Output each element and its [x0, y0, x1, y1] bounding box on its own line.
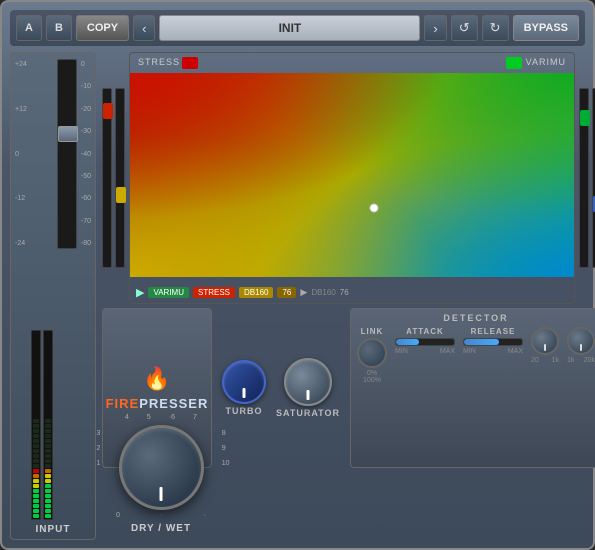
top-knobs: TURBO SATURATOR [218, 308, 344, 468]
logo-presser: PRESSER [139, 396, 208, 411]
b-button[interactable]: B [46, 15, 72, 41]
turbo-knob[interactable] [222, 360, 266, 404]
a-button[interactable]: A [16, 15, 42, 41]
input-meter-right [43, 330, 53, 520]
link-group: LINK 0% 100% [357, 327, 387, 384]
input-scale-left: +24 +12 0 -12 -24 [15, 59, 27, 249]
stress-mode-tag[interactable]: STRESS [193, 287, 235, 298]
release-range[interactable] [463, 338, 523, 346]
bypass-button[interactable]: BYPASS [513, 15, 579, 41]
detector-controls: LINK 0% 100% ATTACK [357, 327, 595, 384]
input-meters: +24 +12 0 -12 -24 [15, 59, 91, 520]
detector-title: DETECTOR [357, 313, 595, 323]
turbo-group: TURBO [222, 360, 266, 416]
copy-button[interactable]: COPY [76, 15, 129, 41]
attack-label: ATTACK [406, 327, 444, 336]
xy-76-label: 76 [340, 288, 349, 297]
link-toggle[interactable] [357, 338, 387, 368]
release-label: RELEASE [471, 327, 516, 336]
saturator-indicator [307, 390, 310, 400]
drywet-indicator [160, 487, 163, 501]
varimu-indicator [506, 57, 522, 69]
link-sublabel: 0% 100% [363, 370, 381, 384]
preset-name: INIT [159, 15, 420, 41]
saturator-label: SATURATOR [276, 408, 340, 418]
logo-fire: FIRE [106, 396, 140, 411]
xy-pad[interactable]: STRESS VARIMU ▶ VARIMU STRESS [129, 52, 575, 304]
varimu-handle-1[interactable] [580, 110, 590, 126]
drywet-section: 4 5 ·6 7 3 2 1 8 9 10 0 · · DRY / WE [116, 414, 206, 534]
attack-range[interactable] [395, 338, 455, 346]
stress-slider-2 [115, 88, 125, 268]
freq-knob-2-labels: 1k 20k [567, 357, 595, 364]
attack-group: ATTACK MIN MAX [395, 327, 455, 355]
logo-text: FIREPRESSER [106, 396, 209, 411]
left-sliders [102, 52, 125, 304]
xy-gradient [130, 73, 574, 277]
xy-pad-area: STRESS VARIMU ▶ VARIMU STRESS [102, 52, 595, 304]
saturator-knob[interactable] [284, 358, 332, 406]
stress-slider-1 [102, 88, 112, 268]
input-label: INPUT [36, 524, 71, 535]
undo-button[interactable]: ↺ [451, 15, 478, 41]
detector-section: DETECTOR LINK 0% 100% [350, 308, 595, 468]
stress-indicator [182, 57, 198, 69]
right-sliders [579, 52, 595, 304]
link-label: LINK [361, 327, 384, 336]
drywet-left-scale: 3 2 1 [97, 430, 101, 467]
76-mode-tag[interactable]: 76 [277, 287, 296, 298]
db160-mode-tag[interactable]: DB160 [239, 287, 273, 298]
input-fader-handle[interactable] [58, 126, 78, 142]
drywet-scale: 4 5 ·6 7 [116, 414, 206, 421]
freq-knob-1-group: 20 1k [531, 327, 559, 364]
next-preset-button[interactable]: › [424, 15, 446, 41]
input-fader-track [57, 59, 77, 249]
freq-knob-1-labels: 20 1k [531, 357, 559, 364]
varimu-label: VARIMU [526, 57, 566, 67]
drywet-knob[interactable] [119, 425, 204, 510]
freq-knob-1[interactable] [531, 327, 559, 355]
attack-fill [396, 339, 419, 345]
drywet-label: DRY / WET [131, 523, 191, 534]
top-bar: A B COPY ‹ INIT › ↺ ↻ BYPASS [10, 10, 585, 46]
prev-preset-button[interactable]: ‹ [133, 15, 155, 41]
release-group: RELEASE MIN MAX [463, 327, 523, 355]
stress-handle-1[interactable] [103, 103, 113, 119]
input-meter-left [31, 330, 41, 520]
turbo-indicator [243, 388, 246, 398]
xy-dot[interactable] [370, 204, 379, 213]
stress-label: STRESS [138, 57, 180, 67]
saturator-group: SATURATOR [276, 358, 340, 418]
plugin-frame: A B COPY ‹ INIT › ↺ ↻ BYPASS +24 +12 0 -… [0, 0, 595, 550]
drywet-knob-area: 3 2 1 8 9 10 [119, 425, 204, 510]
right-arrow-icon[interactable]: ▶ [300, 287, 307, 298]
xy-num-label: DB160 [311, 288, 335, 297]
varimu-slider-1 [579, 88, 589, 268]
drywet-right-scale: 8 9 10 [222, 430, 230, 467]
turbo-label: TURBO [226, 406, 263, 416]
freq-knob-2-group: 1k 20k [567, 327, 595, 364]
input-vu-section: +24 +12 0 -12 -24 [10, 52, 96, 540]
release-range-labels: MIN MAX [463, 348, 523, 355]
varimu-mode-tag[interactable]: VARIMU [148, 287, 189, 298]
xy-bottom-bar: ▶ VARIMU STRESS DB160 76 ▶ DB160 76 [136, 286, 568, 299]
play-icon[interactable]: ▶ [136, 286, 144, 299]
release-fill [464, 339, 499, 345]
logo-icon: 🔥 [143, 366, 170, 392]
stress-handle-2[interactable] [116, 187, 126, 203]
freq-knob-2-indicator [580, 344, 582, 351]
drywet-bottom-scale: 0 · · [116, 512, 206, 519]
attack-range-labels: MIN MAX [395, 348, 455, 355]
redo-button[interactable]: ↻ [482, 15, 509, 41]
input-scale-right: 0 -10 -20 -30 -40 -50 -60 -70 -80 [81, 59, 91, 249]
freq-knob-2[interactable] [567, 327, 595, 355]
freq-knob-1-indicator [544, 344, 546, 351]
